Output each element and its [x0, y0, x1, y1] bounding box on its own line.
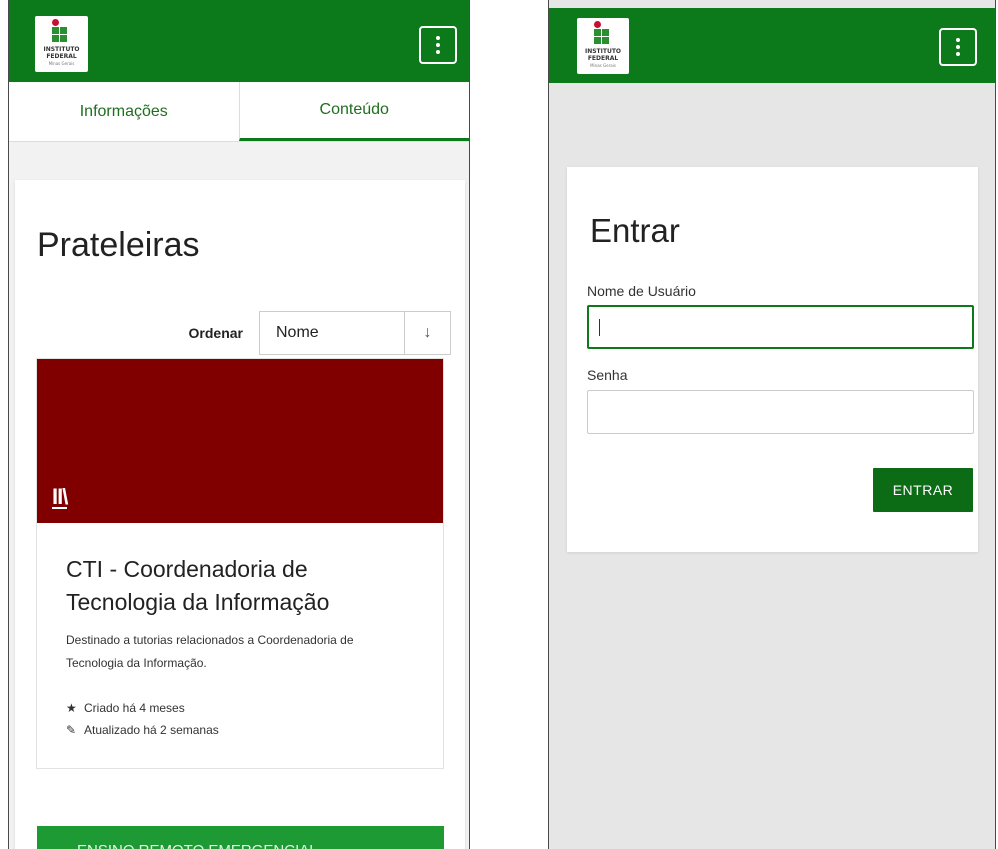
- logo-line: INSTITUTO: [584, 48, 622, 55]
- arrow-down-icon: ↓: [423, 324, 432, 341]
- logo-square: [52, 35, 59, 42]
- logo-line: FEDERAL: [587, 55, 619, 62]
- logo-square: [60, 27, 67, 34]
- shelf-updated: ✎ Atualizado há 2 semanas: [66, 723, 219, 737]
- page-title: Prateleiras: [37, 226, 200, 264]
- tab-conteudo[interactable]: Conteúdo: [238, 82, 469, 141]
- text-caret: [599, 319, 600, 336]
- sort-label: Ordenar: [188, 325, 243, 341]
- login-form: Entrar Nome de Usuário Senha ENTRAR: [567, 167, 978, 552]
- logo-dot: [594, 21, 601, 28]
- app-header: INSTITUTO FEDERAL Minas Gerais: [9, 0, 469, 82]
- password-input[interactable]: [587, 390, 974, 434]
- login-title: Entrar: [590, 212, 680, 249]
- more-menu-button[interactable]: [939, 28, 977, 66]
- shelf-cover: II\: [37, 359, 443, 523]
- shelf-title[interactable]: CTI - Coordenadoria de Tecnologia da Inf…: [66, 553, 423, 619]
- logo-line: FEDERAL: [46, 53, 77, 60]
- star-icon: ★: [66, 701, 77, 715]
- tab-informacoes[interactable]: Informações: [9, 82, 239, 141]
- next-shelf-card[interactable]: ENSINO REMOTO EMERGENCIAL: [37, 826, 444, 849]
- login-button[interactable]: ENTRAR: [873, 468, 973, 512]
- sort-field-select[interactable]: Nome: [260, 312, 404, 354]
- sort-box: Nome ↓: [259, 311, 451, 355]
- logo-square: [60, 35, 67, 42]
- more-menu-button[interactable]: [419, 26, 457, 64]
- shelf-card[interactable]: II\ CTI - Coordenadoria de Tecnologia da…: [36, 358, 444, 769]
- logo-square: [594, 37, 601, 44]
- more-vertical-icon: [956, 38, 960, 56]
- pencil-icon: ✎: [66, 723, 77, 737]
- logo-subline: Minas Gerais: [590, 63, 616, 68]
- app-header: INSTITUTO FEDERAL Minas Gerais: [549, 8, 995, 83]
- logo-square: [602, 37, 609, 44]
- shelf-description: Destinado a tutorias relacionados a Coor…: [66, 633, 354, 670]
- logo-subline: Minas Gerais: [48, 61, 75, 66]
- institute-logo[interactable]: INSTITUTO FEDERAL Minas Gerais: [35, 16, 88, 72]
- username-input[interactable]: [587, 305, 974, 349]
- logo-text: INSTITUTO FEDERAL Minas Gerais: [38, 46, 85, 67]
- shelf-created: ★ Criado há 4 meses: [66, 701, 185, 715]
- right-screen: INSTITUTO FEDERAL Minas Gerais Entrar No…: [548, 0, 996, 849]
- left-screen: INSTITUTO FEDERAL Minas Gerais Informaçõ…: [8, 0, 470, 849]
- shelves-panel: Prateleiras Ordenar Nome ↓ II\ CTI - Coo…: [15, 180, 465, 849]
- institute-logo[interactable]: INSTITUTO FEDERAL Minas Gerais: [577, 18, 629, 74]
- logo-square: [52, 27, 59, 34]
- bookshelf-icon: II\: [52, 484, 68, 509]
- created-text: Criado há 4 meses: [84, 701, 185, 715]
- sort-control: Ordenar Nome ↓: [15, 311, 451, 355]
- logo-square: [594, 29, 601, 36]
- sort-direction-button[interactable]: ↓: [404, 312, 450, 354]
- username-label: Nome de Usuário: [587, 283, 696, 299]
- logo-square: [602, 29, 609, 36]
- logo-line: INSTITUTO: [43, 46, 80, 53]
- more-vertical-icon: [436, 36, 440, 54]
- updated-text: Atualizado há 2 semanas: [84, 723, 219, 737]
- logo-text: INSTITUTO FEDERAL Minas Gerais: [580, 48, 626, 69]
- password-label: Senha: [587, 367, 628, 383]
- logo-dot: [52, 19, 59, 26]
- content-tabs: Informações Conteúdo: [9, 82, 469, 142]
